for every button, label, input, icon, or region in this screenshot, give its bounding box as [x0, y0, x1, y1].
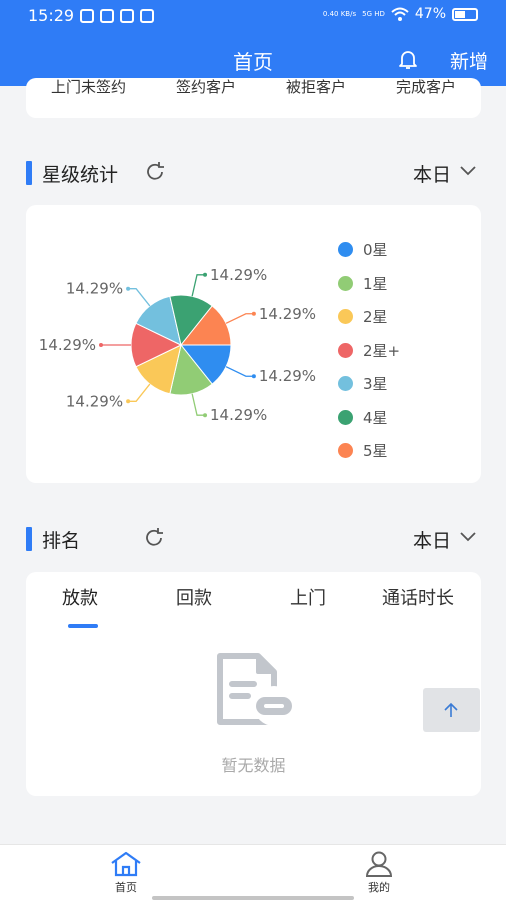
data-label-0: 14.29%	[259, 367, 316, 385]
tab-visit[interactable]: 上门	[290, 584, 326, 610]
home-indicator	[152, 896, 354, 900]
period-select[interactable]: 本日	[413, 526, 451, 553]
rank-card: 放款 回款 上门 通话时长 暂无数据	[26, 572, 481, 796]
data-label-2: 14.29%	[66, 392, 123, 410]
legend-swatch	[338, 242, 353, 258]
period-select[interactable]: 本日	[413, 160, 451, 187]
cloud-icon	[140, 9, 154, 23]
label-dot-6	[251, 311, 256, 316]
notification-icons	[80, 9, 154, 23]
page-title: 首页	[233, 50, 273, 74]
legend-item-3[interactable]: 2星+	[338, 334, 400, 368]
empty-text: 暂无数据	[221, 756, 286, 775]
legend-label: 3星	[363, 375, 388, 394]
tabbar-item-mine[interactable]: 我的	[339, 851, 419, 895]
legend-swatch	[338, 443, 353, 459]
label-dot-5	[203, 272, 208, 277]
active-tab-indicator	[68, 624, 98, 628]
tab-loan[interactable]: 放款	[62, 584, 98, 610]
label-line-1	[191, 393, 206, 416]
refresh-icon[interactable]	[143, 527, 165, 549]
label-line-6	[225, 313, 254, 324]
arrow-up-icon	[444, 702, 458, 717]
star-chart-card: 14.29% 14.29% 14.29% 14.29% 14.29% 14.29% 14.2…	[26, 205, 481, 483]
tabbar-label: 首页	[115, 881, 137, 894]
legend-label: 0星	[363, 241, 388, 260]
legend-item-5[interactable]: 4星	[338, 401, 400, 435]
tab-repayment[interactable]: 回款	[176, 584, 212, 610]
data-label-1: 14.29%	[210, 406, 267, 424]
legend-item-0[interactable]: 0星	[338, 233, 400, 267]
usb-icon	[100, 9, 114, 23]
tabbar-item-home[interactable]: 首页	[86, 851, 166, 895]
back-to-top-button[interactable]	[423, 688, 480, 732]
battery-icon	[452, 7, 478, 21]
tiktok-icon	[120, 9, 134, 23]
chart-legend: 0星 1星 2星 2星+ 3星 4星 5星	[338, 233, 400, 468]
legend-swatch	[338, 342, 353, 358]
chevron-down-icon[interactable]	[459, 165, 477, 177]
label-line-0	[225, 366, 254, 377]
star-section-header: 星级统计 本日	[26, 159, 481, 189]
legend-swatch	[338, 376, 353, 392]
net-speed: 0.40 KB/s	[322, 9, 357, 18]
label-line-4	[128, 288, 151, 307]
stat-label[interactable]: 签约客户	[176, 78, 236, 97]
data-label-3: 14.29%	[39, 336, 96, 354]
label-dot-0	[251, 374, 256, 379]
label-line-2	[128, 383, 151, 402]
legend-swatch	[338, 309, 353, 325]
section-marker	[26, 527, 32, 551]
battery-level: 47%	[414, 6, 446, 22]
legend-swatch	[338, 409, 353, 425]
rank-section-header: 排名 本日	[26, 525, 481, 555]
data-label-6: 14.29%	[259, 305, 316, 323]
legend-item-2[interactable]: 2星	[338, 300, 400, 334]
tabbar-label: 我的	[368, 881, 390, 894]
legend-label: 2星	[363, 308, 388, 327]
stat-label[interactable]: 上门未签约	[51, 78, 126, 97]
chevron-down-icon[interactable]	[459, 531, 477, 543]
section-title: 排名	[42, 530, 81, 552]
label-dot-2	[126, 399, 131, 404]
stat-label[interactable]: 完成客户	[396, 78, 456, 97]
bottom-tab-bar: 首页 我的	[0, 844, 506, 900]
legend-label: 4星	[363, 408, 388, 427]
pie-chart: 14.29% 14.29% 14.29% 14.29% 14.29% 14.29% 14.2…	[39, 266, 316, 424]
legend-item-6[interactable]: 5星	[338, 434, 400, 468]
refresh-icon[interactable]	[144, 161, 166, 183]
data-label-5: 14.29%	[210, 266, 267, 284]
rank-tabs: 放款 回款 上门 通话时长	[26, 584, 481, 628]
legend-swatch	[338, 275, 353, 291]
legend-item-1[interactable]: 1星	[338, 267, 400, 301]
label-dot-4	[126, 286, 131, 291]
section-marker	[26, 161, 32, 185]
label-dot-1	[203, 413, 208, 418]
stat-label[interactable]: 被拒客户	[286, 78, 346, 97]
legend-item-4[interactable]: 3星	[338, 367, 400, 401]
status-bar: 15:29 0.40 KB/s 5G HD 47%	[0, 0, 506, 32]
legend-label: 5星	[363, 442, 388, 461]
add-button[interactable]: 新增	[450, 47, 488, 74]
home-icon	[111, 851, 141, 877]
label-line-5	[191, 274, 206, 297]
app-header: 15:29 0.40 KB/s 5G HD 47% 首页 新增	[0, 0, 506, 86]
status-time: 15:29	[28, 6, 75, 25]
legend-label: 1星	[363, 274, 388, 293]
network-type: 5G HD	[362, 9, 385, 18]
empty-data-icon	[217, 653, 294, 726]
tab-call-duration[interactable]: 通话时长	[382, 584, 454, 610]
legend-label: 2星+	[363, 341, 401, 360]
data-label-4: 14.29%	[66, 280, 123, 298]
label-dot-3	[99, 343, 103, 347]
bell-icon[interactable]	[397, 48, 419, 70]
customer-stats-card: 上门未签约 签约客户 被拒客户 完成客户	[26, 78, 481, 118]
notification-icon	[80, 9, 94, 23]
wifi-icon	[391, 7, 409, 21]
user-icon	[365, 851, 393, 877]
section-title: 星级统计	[42, 164, 119, 186]
